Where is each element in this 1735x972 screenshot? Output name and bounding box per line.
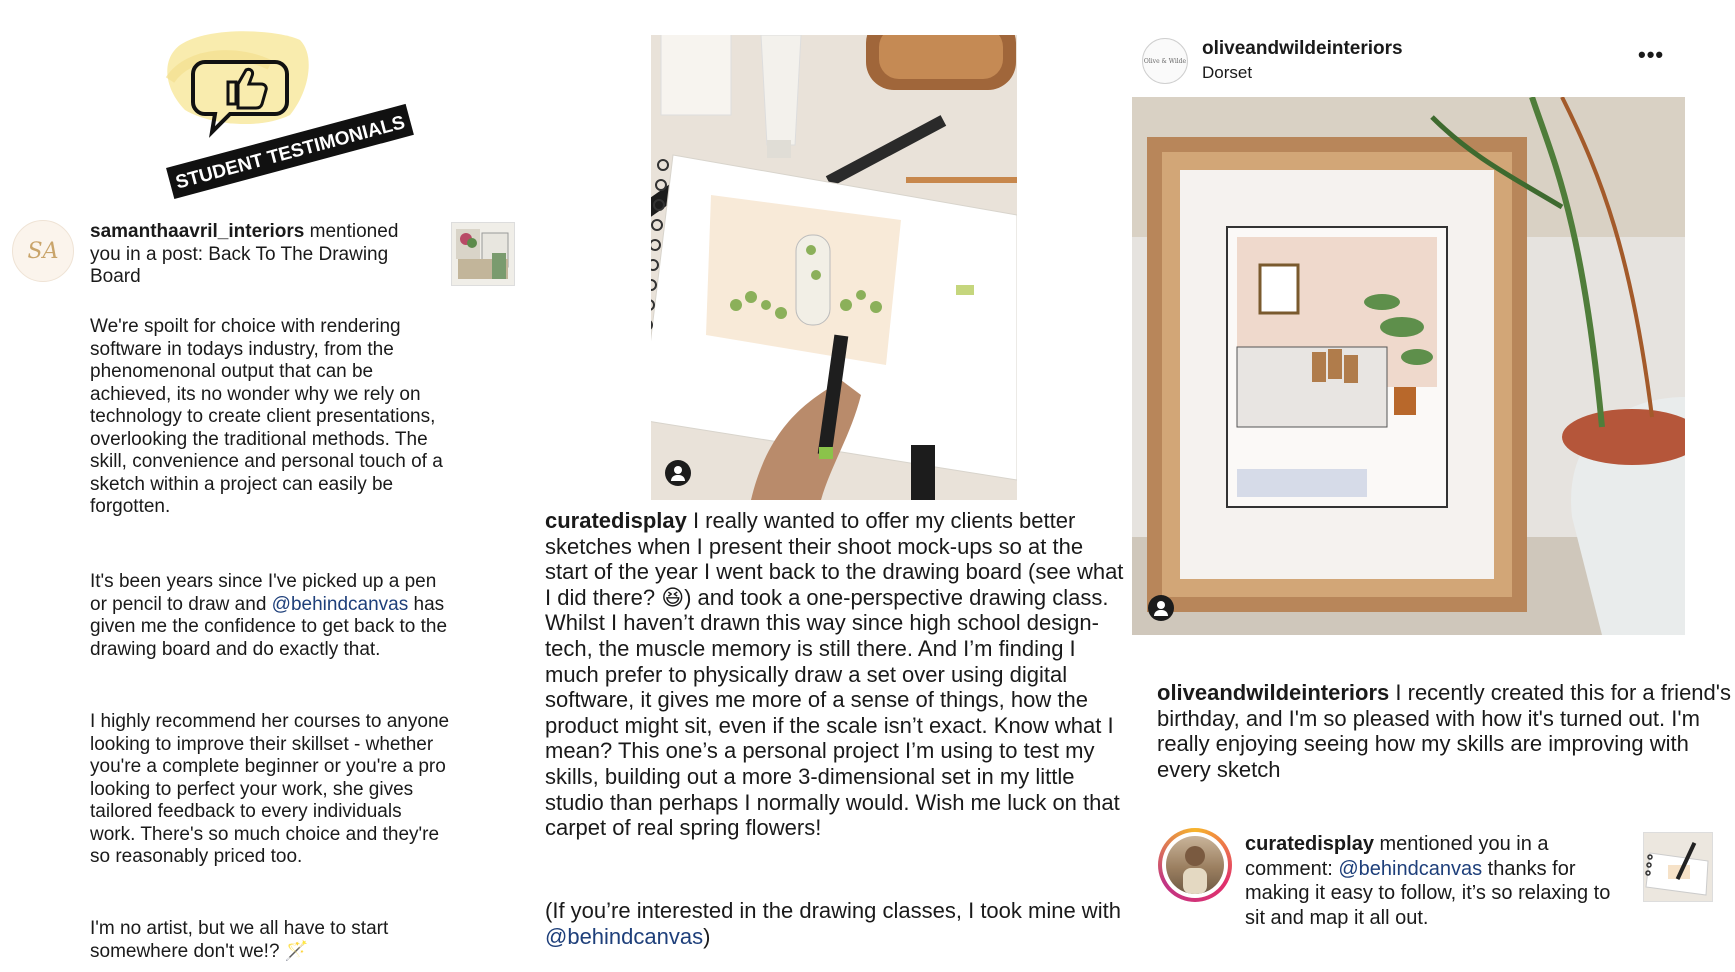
behindcanvas-mention-link[interactable]: @behindcanvas [545,924,703,949]
avatar-ring [1162,832,1228,898]
testimonial-paragraph-4: I'm no artist, but we all have to start … [90,918,389,962]
testimonial-paragraph-2: It's been years since I've picked up a p… [90,571,450,661]
tagged-user-icon[interactable] [665,460,691,486]
right-mention-notification[interactable]: curatedisplay mentioned you in a comment… [1245,832,1635,930]
avatar-photo [1166,836,1224,894]
curatedisplay-avatar[interactable] [1158,828,1232,902]
caption-username[interactable]: oliveandwildeinteriors [1157,680,1389,705]
banner-label: STUDENT TESTIMONIALS [173,112,407,193]
oliveandwilde-avatar[interactable]: Olive & Wilde [1142,38,1188,84]
testimonials-banner: STUDENT TESTIMONIALS [150,20,450,200]
tagged-user-icon[interactable] [1148,595,1174,621]
behindcanvas-mention-link[interactable]: @behindcanvas [272,594,409,615]
caption-text: I really wanted to offer my clients bett… [545,508,1124,841]
samanthaavril-avatar[interactable]: SA [12,220,74,282]
curatedisplay-footer: (If you’re interested in the drawing cla… [545,898,1125,949]
testimonial-paragraph-1: We're spoilt for choice with rendering s… [90,316,443,517]
notification-username[interactable]: samanthaavril_interiors [90,221,304,242]
testimonial-paragraph-3: I highly recommend her courses to anyone… [90,711,450,867]
framed-sketch-photo[interactable] [1132,97,1685,635]
sketchbook-photo[interactable] [651,35,1017,500]
footer-text: (If you’re interested in the drawing cla… [545,898,1121,923]
post-username[interactable]: oliveandwildeinteriors [1202,38,1403,60]
curatedisplay-caption: curatedisplay I really wanted to offer m… [545,508,1125,841]
more-options-button[interactable]: ••• [1638,42,1664,68]
oliveandwilde-caption: oliveandwildeinteriors I recently create… [1157,680,1735,782]
left-mention-notification[interactable]: samanthaavril_interiors mentioned you in… [90,221,420,289]
footer-text: ) [703,923,711,949]
behindcanvas-mention-link[interactable]: @behindcanvas [1338,858,1482,880]
comment-thumbnail[interactable] [1643,832,1713,902]
post-location[interactable]: Dorset [1202,63,1252,83]
caption-username[interactable]: curatedisplay [545,508,687,533]
notification-username[interactable]: curatedisplay [1245,833,1374,855]
post-thumbnail[interactable] [451,222,515,286]
